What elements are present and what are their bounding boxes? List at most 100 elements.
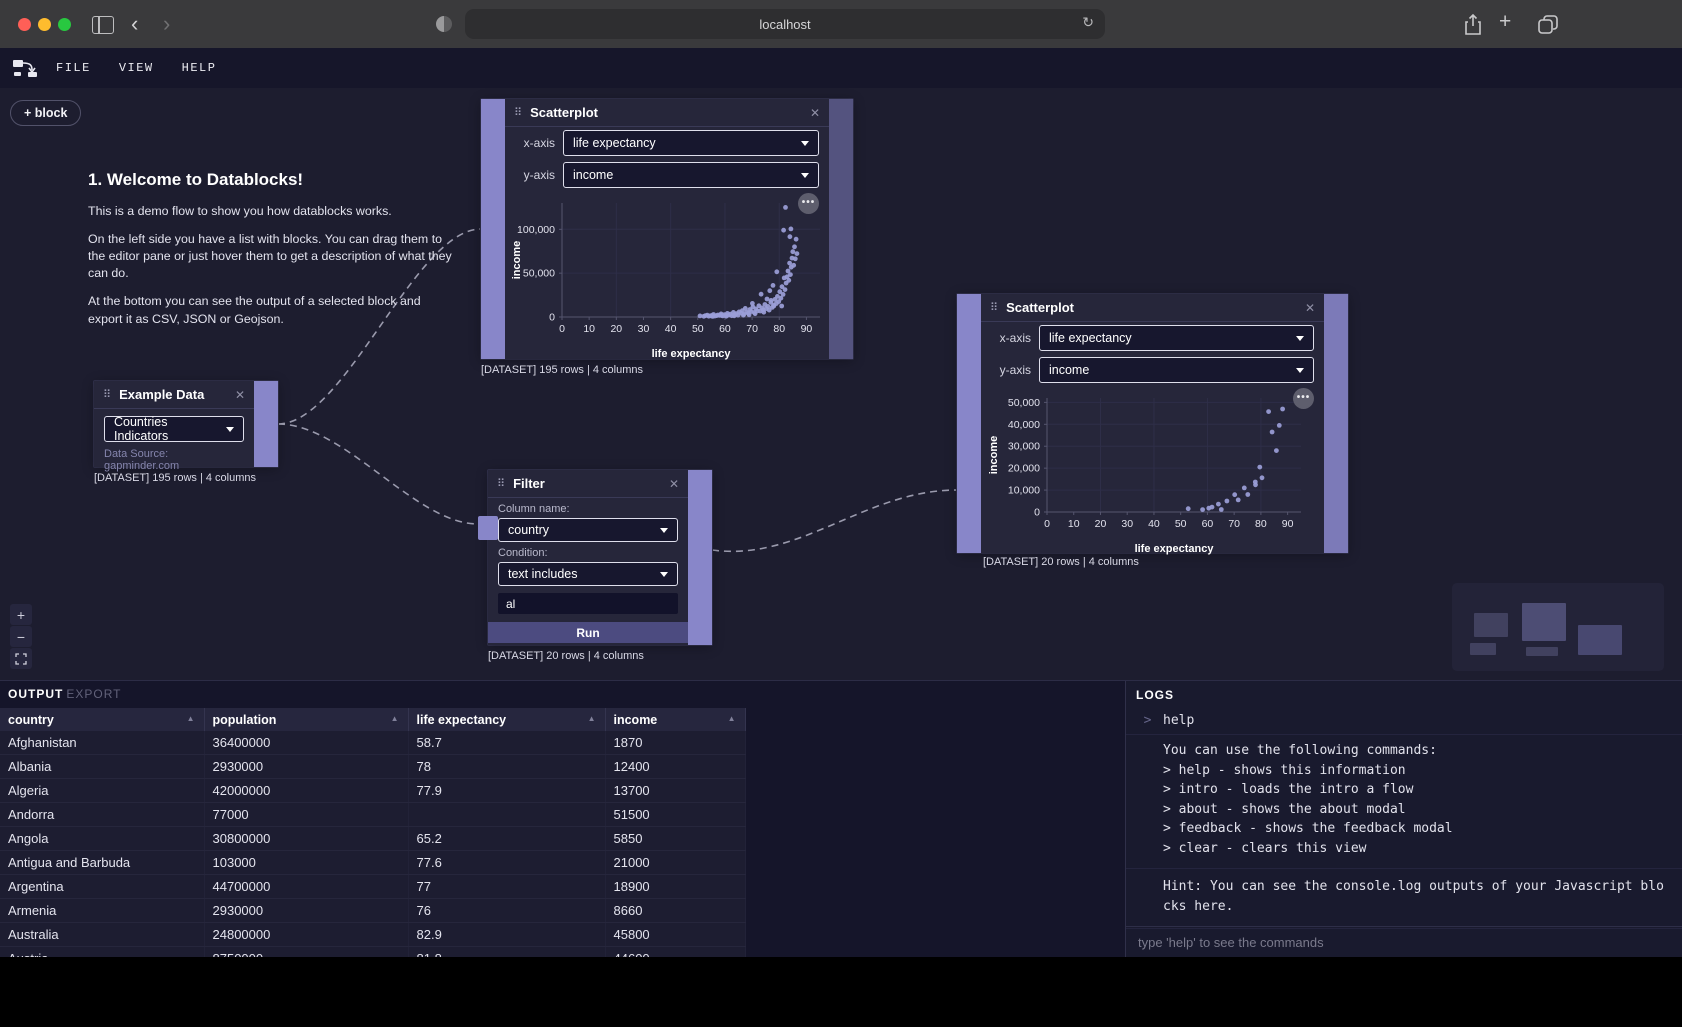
output-table-body: Afghanistan3640000058.71870Albania293000… [0, 731, 745, 957]
column-header-country[interactable]: country▲ [0, 708, 204, 731]
maximize-window-button[interactable] [58, 18, 71, 31]
minimap-node [1470, 643, 1496, 655]
sort-asc-icon[interactable]: ▲ [391, 714, 399, 723]
more-options-button[interactable]: ••• [1293, 388, 1314, 409]
run-button[interactable]: Run [488, 622, 688, 643]
close-icon[interactable]: ✕ [1305, 301, 1315, 315]
privacy-shield-icon[interactable] [436, 16, 452, 32]
column-select[interactable]: country [498, 518, 678, 542]
output-port[interactable] [254, 381, 278, 467]
block-scatterplot-2[interactable]: ⠿ Scatterplot ✕ x-axis life expectancy y… [957, 294, 1348, 553]
svg-text:life expectancy: life expectancy [652, 348, 732, 360]
sort-asc-icon[interactable]: ▲ [187, 714, 195, 723]
more-options-button[interactable]: ••• [798, 193, 819, 214]
dataset-status: [DATASET] 195 rows | 4 columns [481, 364, 643, 376]
close-icon[interactable]: ✕ [810, 106, 820, 120]
menu-help[interactable]: HELP [182, 61, 217, 75]
block-example-data[interactable]: ⠿ Example Data ✕ Countries Indicators Da… [94, 381, 278, 467]
table-row[interactable]: Albania29300007812400 [0, 755, 745, 779]
output-port[interactable] [1324, 294, 1348, 553]
output-table: country▲ population▲ life expectancy▲ in… [0, 708, 746, 957]
table-row[interactable]: Argentina447000007718900 [0, 875, 745, 899]
close-icon[interactable]: ✕ [669, 477, 679, 491]
block-title: Example Data [119, 387, 235, 402]
svg-text:60: 60 [719, 323, 731, 335]
fit-view-button[interactable] [10, 648, 32, 669]
chevron-down-icon [226, 427, 234, 432]
minimize-window-button[interactable] [38, 18, 51, 31]
input-port[interactable] [957, 294, 981, 553]
x-axis-select[interactable]: life expectancy [1039, 325, 1314, 351]
bottom-panel: OUTPUT EXPORT country▲ population▲ life … [0, 680, 1682, 957]
new-tab-icon[interactable]: + [1499, 11, 1511, 33]
y-axis-select[interactable]: income [1039, 357, 1314, 383]
x-axis-select[interactable]: life expectancy [563, 130, 819, 156]
block-scatterplot-1[interactable]: ⠿ Scatterplot ✕ x-axis life expectancy y… [481, 99, 853, 359]
column-header-income[interactable]: income▲ [605, 708, 745, 731]
menu-file[interactable]: FILE [56, 61, 91, 75]
column-header-population[interactable]: population▲ [204, 708, 408, 731]
svg-text:10,000: 10,000 [1007, 485, 1039, 497]
add-block-button[interactable]: + block [10, 100, 81, 126]
logs-panel: LOGS > help You can use the following co… [1125, 681, 1682, 957]
table-row[interactable]: Afghanistan3640000058.71870 [0, 731, 745, 755]
drag-handle-icon[interactable]: ⠿ [514, 108, 522, 118]
table-row[interactable]: Australia2480000082.945800 [0, 923, 745, 947]
input-port[interactable] [481, 99, 505, 359]
block-title: Filter [513, 476, 669, 491]
address-bar[interactable]: localhost ↻ [465, 9, 1105, 39]
tab-export[interactable]: EXPORT [66, 687, 121, 701]
output-port[interactable] [688, 470, 712, 645]
sidebar-toggle-icon[interactable] [92, 16, 114, 34]
sort-asc-icon[interactable]: ▲ [728, 714, 736, 723]
scatter-chart: 050,000100,0000102030405060708090life ex… [506, 195, 828, 361]
menu-view[interactable]: VIEW [119, 61, 154, 75]
block-header[interactable]: ⠿ Scatterplot ✕ [981, 294, 1324, 322]
input-port[interactable] [478, 516, 498, 540]
tab-overview-icon[interactable] [1536, 13, 1560, 37]
svg-text:20: 20 [1094, 518, 1106, 530]
x-axis-label: x-axis [509, 136, 555, 150]
reload-icon[interactable]: ↻ [1082, 14, 1094, 31]
browser-chrome: ‹ › localhost ↻ + [0, 0, 1682, 49]
logs-command-input[interactable] [1136, 934, 1672, 951]
block-header[interactable]: ⠿ Example Data ✕ [94, 381, 254, 409]
filter-query-input[interactable]: al [498, 593, 678, 614]
drag-handle-icon[interactable]: ⠿ [497, 479, 505, 489]
table-row[interactable]: Austria875000081.844600 [0, 947, 745, 958]
logs-input-row [1126, 926, 1682, 957]
log-command-text: help [1163, 713, 1194, 728]
zoom-in-button[interactable]: + [10, 604, 32, 625]
tab-output[interactable]: OUTPUT [8, 687, 63, 701]
table-row[interactable]: Antigua and Barbuda10300077.621000 [0, 851, 745, 875]
output-port[interactable] [829, 99, 853, 359]
back-button[interactable]: ‹ [131, 12, 138, 36]
zoom-out-button[interactable]: − [10, 626, 32, 647]
y-axis-select[interactable]: income [563, 162, 819, 188]
share-icon[interactable] [1463, 13, 1483, 37]
close-window-button[interactable] [18, 18, 31, 31]
minimap[interactable] [1452, 583, 1664, 671]
minimap-node [1578, 625, 1622, 655]
column-name-label: Column name: [488, 498, 688, 518]
table-row[interactable]: Angola3080000065.25850 [0, 827, 745, 851]
flow-canvas[interactable]: + block 1. Welcome to Datablocks! This i… [0, 88, 1682, 680]
drag-handle-icon[interactable]: ⠿ [990, 303, 998, 313]
dataset-select[interactable]: Countries Indicators [104, 416, 244, 442]
column-header-life-expectancy[interactable]: life expectancy▲ [408, 708, 605, 731]
block-header[interactable]: ⠿ Scatterplot ✕ [505, 99, 829, 127]
sort-asc-icon[interactable]: ▲ [588, 714, 596, 723]
table-row[interactable]: Algeria4200000077.913700 [0, 779, 745, 803]
svg-text:20,000: 20,000 [1007, 463, 1039, 475]
block-filter[interactable]: ⠿ Filter ✕ Column name: country Conditio… [488, 470, 712, 645]
forward-button[interactable]: › [163, 12, 170, 36]
condition-select[interactable]: text includes [498, 562, 678, 586]
drag-handle-icon[interactable]: ⠿ [103, 390, 111, 400]
welcome-paragraph: This is a demo flow to show you how data… [88, 203, 454, 220]
block-header[interactable]: ⠿ Filter ✕ [488, 470, 688, 498]
svg-text:50,000: 50,000 [523, 268, 555, 280]
close-icon[interactable]: ✕ [235, 388, 245, 402]
edge-filter-scatterplot2 [712, 490, 957, 551]
table-row[interactable]: Armenia2930000768660 [0, 899, 745, 923]
table-row[interactable]: Andorra7700051500 [0, 803, 745, 827]
